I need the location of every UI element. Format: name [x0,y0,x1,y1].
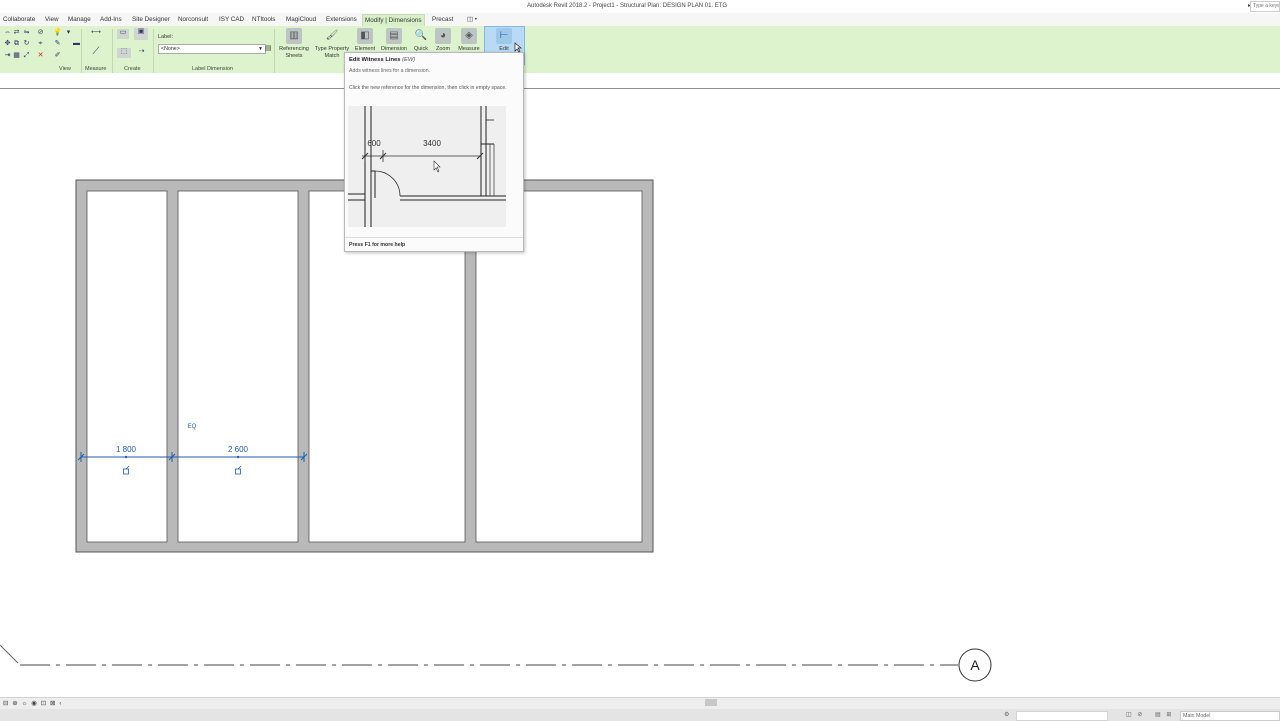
zoom-icon: ◕ [435,28,451,44]
split-icon[interactable]: ⊘ [36,29,45,37]
tab-ntitools[interactable]: NTItools [252,16,275,23]
sheets-icon: ▥ [286,28,302,44]
rotate-icon[interactable]: ↻ [22,40,31,48]
drawing-canvas[interactable]: 1 800 2 600 EQ A [0,89,1280,697]
tab-site-designer[interactable]: Site Designer [132,16,170,23]
dimension-text-1[interactable]: 1 800 [116,445,137,454]
tooltip-edit-witness-lines: Edit Witness Lines (EW) Adds witness lin… [344,52,524,252]
view-dropdown-icon[interactable]: ▾ [64,29,73,37]
tab-view[interactable]: View [45,16,59,23]
offset-icon[interactable]: ⇄ [12,29,21,37]
hide-icon[interactable]: 💡 [53,29,62,37]
quick-icon: 🔍 [414,30,428,41]
override-graphics-icon[interactable]: ✎ [53,40,62,48]
copy-icon[interactable]: ⧉ [12,40,21,48]
move-icon[interactable]: ✥ [3,40,12,48]
options-bar [0,73,1280,88]
horizontal-scrollbar-thumb[interactable] [705,699,717,706]
group-label-dimension-label: Label Dimension [192,66,233,72]
label-dropdown[interactable]: <None> ▼ [158,44,266,54]
create-parts-icon[interactable]: ▣ [134,28,148,40]
label-field-title: Label: [158,34,173,40]
tab-magicloud[interactable]: MagiCloud [286,16,316,23]
grid-label: A [970,657,980,673]
mouse-pointer-icon [514,42,522,53]
zoom-button[interactable]: ◕ Zoom [433,28,453,53]
global-parameters-icon[interactable]: ▤ [265,44,272,52]
edit-witness-lines-icon: ⊢ [496,28,512,44]
chevron-down-icon: ▼ [258,46,263,52]
tab-collaborate[interactable]: Collaborate [3,16,35,23]
align-icon[interactable]: ⇔ [3,29,12,37]
tab-norconsult[interactable]: Norconsult [178,16,208,23]
group-create-label: Create [124,66,141,72]
ribbon-tabs: Collaborate View Manage Add-Ins Site Des… [0,13,1280,26]
ribbon-separator [112,29,113,73]
ribbon-separator [81,29,82,73]
tooltip-dim-right: 3400 [423,139,441,148]
create-group-icon[interactable]: ⬚ [117,48,131,58]
room-2 [177,190,299,543]
tab-manage[interactable]: Manage [68,16,91,23]
tab-panel-toggle[interactable]: ◫ • [467,16,477,23]
referencing-sheets-button[interactable]: ▥ Referencing Sheets [276,28,312,60]
element-button[interactable]: ◧ Element [352,28,378,53]
search-input[interactable]: Type a keyword or phrase [1250,1,1280,12]
tooltip-instruction: Click the new reference for the dimensio… [349,85,507,91]
create-similar-icon[interactable]: ⇢ [137,48,146,56]
button-label: Sheets [285,53,303,59]
tab-extensions[interactable]: Extensions [326,16,357,23]
ribbon-separator [274,29,275,73]
group-view-label: View [59,66,71,72]
element-icon: ◧ [357,28,373,44]
tab-modify-dimensions[interactable]: Modify | Dimensions [362,14,425,26]
filter-icons[interactable]: ◫ ⊘ [1126,711,1144,718]
tooltip-help: Press F1 for more help [349,242,406,248]
trim-icon[interactable]: ⇥ [3,52,12,60]
pin-icon[interactable]: ⌖ [36,40,45,48]
scale-icon[interactable]: ⤢ [22,52,31,60]
tooltip-illustration: 600 3400 [348,106,506,227]
tooltip-shortcut: (EW) [402,57,416,63]
create-assembly-icon[interactable]: ▭ [117,29,129,39]
title-bar: Autodesk Revit 2018.2 - Project1 - Struc… [0,0,1280,13]
tooltip-title: Edit Witness Lines (EW) [349,57,415,63]
tab-precast[interactable]: Precast [432,16,453,23]
measure-icon: ◈ [461,28,477,44]
array-icon[interactable]: ▦ [12,52,21,60]
measure-button[interactable]: ◈ Measure [455,28,483,53]
tooltip-dim-left: 600 [367,139,381,148]
tooltip-divider [345,237,523,238]
ribbon-separator [153,29,154,73]
section-marker-line[interactable] [0,644,19,664]
measure-tool-icon[interactable]: ⟷ [88,29,104,37]
match-icon: 🖌 [325,30,339,41]
dimension-icon: ▤ [386,28,402,44]
group-measure-label: Measure [85,66,107,72]
tab-isy-cad[interactable]: ISY CAD [219,16,244,23]
dimension-text-2[interactable]: 2 600 [228,445,249,454]
quick-button[interactable]: 🔍 Quick [410,28,432,53]
room-1 [86,190,168,543]
dimension-tool-icon[interactable]: ⟋ [88,47,104,57]
tab-add-ins[interactable]: Add-Ins [100,16,122,23]
tooltip-description: Adds witness lines for a dimension. [349,68,431,74]
delete-icon[interactable]: ✕ [36,52,45,60]
eq-toggle[interactable]: EQ [188,424,197,430]
worksharing-icons[interactable]: ⚙ [1004,711,1011,718]
ribbon-panel: ⇔ ⇄ ⇋ ✥ ⧉ ↻ ⇥ ▦ ⤢ ✕ ⊘ ⌖ 💡 ✎ ✐ ▾ ▬ View ⟷… [0,26,1280,73]
tooltip-title-text: Edit Witness Lines [349,57,401,63]
linework-icon[interactable]: ✐ [53,52,62,60]
paint-icon[interactable]: ▬ [72,40,81,48]
label-dropdown-value: <None> [161,46,180,52]
mirror-icon[interactable]: ⇋ [22,29,31,37]
button-label: Referencing [279,46,309,52]
status-bar: ⊟ ⊕ ☼ ◉ ⊡ ⊠ ‹ ⚙ ◫ ⊘ ▤ ⊞ Main Model [0,697,1280,721]
view-control-icons[interactable]: ⊟ ⊕ ☼ ◉ ⊡ ⊠ ‹ [3,699,62,707]
dimension-button[interactable]: ▤ Dimension [379,28,409,53]
editable-icons[interactable]: ▤ ⊞ [1155,711,1173,718]
window-title: Autodesk Revit 2018.2 - Project1 - Struc… [527,3,728,9]
